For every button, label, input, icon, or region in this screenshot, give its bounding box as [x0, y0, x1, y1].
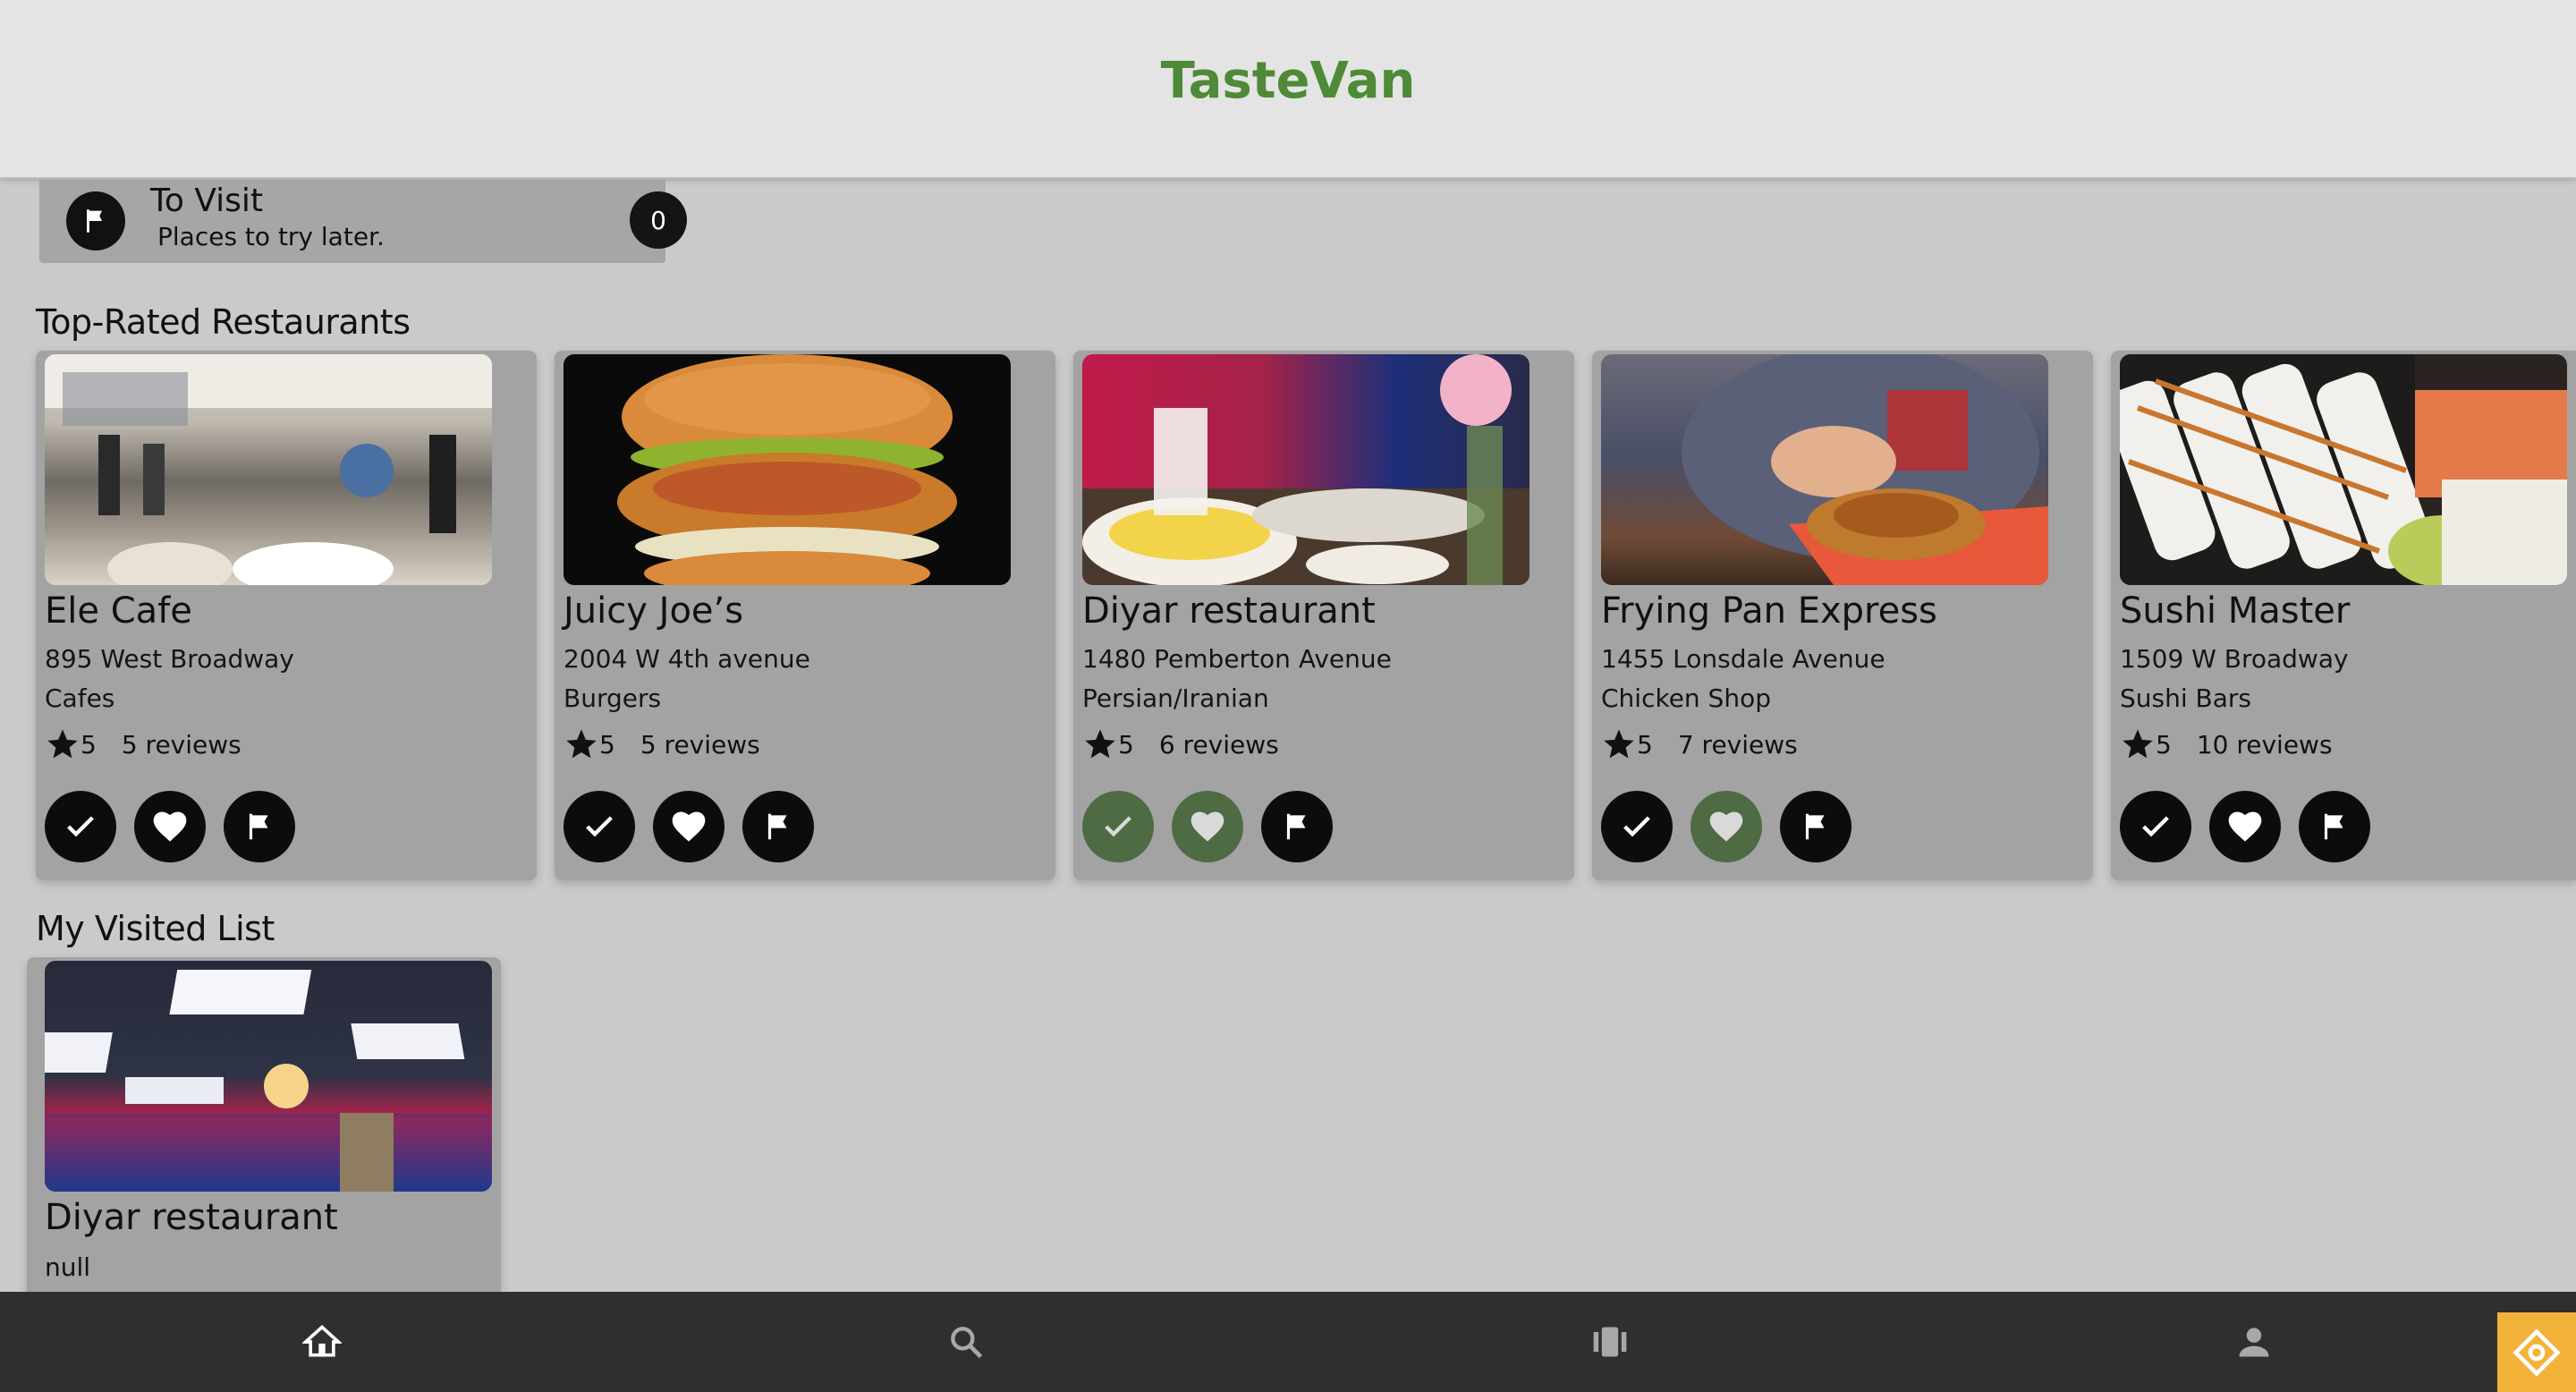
floating-badge[interactable] — [2497, 1312, 2576, 1392]
favorite-button[interactable] — [2209, 791, 2281, 862]
star-icon — [47, 729, 78, 759]
flag-icon — [1286, 813, 1306, 840]
mark-visited-button[interactable] — [1601, 791, 1673, 862]
restaurant-address: 1455 Lonsdale Avenue — [1601, 644, 1885, 674]
check-icon — [1105, 816, 1131, 837]
restaurant-name[interactable]: Sushi Master — [2120, 590, 2350, 632]
restaurant-photo — [1601, 354, 2048, 585]
restaurant-card[interactable]: Sushi Master 1509 W Broadway Sushi Bars … — [2111, 351, 2576, 880]
add-to-visit-button[interactable] — [742, 791, 814, 862]
add-to-visit-button[interactable] — [2299, 791, 2370, 862]
restaurant-category: Cafes — [45, 683, 115, 713]
restaurant-photo — [45, 961, 492, 1192]
rating-value: 5 — [80, 729, 97, 760]
flag-icon — [767, 813, 787, 840]
restaurant-address: 1480 Pemberton Avenue — [1082, 644, 1392, 674]
restaurant-photo — [45, 354, 492, 585]
restaurant-card[interactable]: Diyar restaurant 1480 Pemberton Avenue P… — [1073, 351, 1574, 880]
check-icon — [2142, 816, 2169, 837]
restaurant-name[interactable]: Frying Pan Express — [1601, 590, 1937, 632]
mark-visited-button[interactable] — [45, 791, 116, 862]
diamond-icon — [2512, 1328, 2561, 1377]
rating-row: 5 7 reviews — [1601, 726, 1798, 762]
favorite-button[interactable] — [1172, 791, 1243, 862]
rating-row: 5 5 reviews — [564, 726, 760, 762]
visited-heading: My Visited List — [36, 909, 275, 948]
restaurant-name[interactable]: Ele Cafe — [45, 590, 192, 632]
restaurant-photo — [564, 354, 1011, 585]
cards-icon[interactable] — [1585, 1317, 1635, 1367]
rating-row: 5 6 reviews — [1082, 726, 1279, 762]
bottom-nav — [0, 1292, 2576, 1392]
mark-visited-button[interactable] — [1082, 791, 1154, 862]
star-icon — [1604, 729, 1634, 759]
top-rated-heading: Top-Rated Restaurants — [36, 302, 411, 342]
visited-restaurant-card[interactable]: Diyar restaurant null — [27, 957, 501, 1297]
star-icon — [2123, 729, 2153, 759]
add-to-visit-button[interactable] — [224, 791, 295, 862]
to-visit-tile[interactable]: To Visit Places to try later. 0 — [39, 179, 687, 263]
restaurant-photo — [1082, 354, 1530, 585]
home-icon[interactable] — [297, 1317, 347, 1367]
rating-row: 5 5 reviews — [45, 726, 242, 762]
restaurant-category: Chicken Shop — [1601, 683, 1771, 713]
mark-visited-button[interactable] — [564, 791, 635, 862]
check-icon — [586, 816, 613, 837]
heart-icon — [672, 811, 706, 842]
favorite-button[interactable] — [134, 791, 206, 862]
heart-icon — [153, 811, 187, 842]
rating-row: 5 10 reviews — [2120, 726, 2333, 762]
to-visit-count-badge: 0 — [630, 191, 687, 249]
to-visit-subtitle: Places to try later. — [157, 222, 385, 251]
profile-icon[interactable] — [2229, 1317, 2279, 1367]
star-icon — [1085, 729, 1115, 759]
rating-value: 5 — [2156, 729, 2172, 760]
favorite-button[interactable] — [1690, 791, 1762, 862]
flag-icon — [1805, 813, 1825, 840]
review-count: 7 reviews — [1677, 729, 1798, 760]
mark-visited-button[interactable] — [2120, 791, 2191, 862]
search-icon[interactable] — [941, 1317, 991, 1367]
restaurant-address: 2004 W 4th avenue — [564, 644, 810, 674]
heart-icon — [1191, 811, 1224, 842]
restaurant-category: Sushi Bars — [2120, 683, 2251, 713]
restaurant-address: 895 West Broadway — [45, 644, 294, 674]
add-to-visit-button[interactable] — [1780, 791, 1852, 862]
restaurant-name[interactable]: Juicy Joe’s — [564, 590, 743, 632]
flag-icon — [66, 191, 125, 250]
star-icon — [566, 729, 597, 759]
visited-restaurant-subtitle: null — [45, 1252, 91, 1282]
restaurant-photo — [2120, 354, 2567, 585]
visited-restaurant-name[interactable]: Diyar restaurant — [45, 1197, 338, 1238]
heart-icon — [1709, 811, 1743, 842]
heart-icon — [2228, 811, 2262, 842]
add-to-visit-button[interactable] — [1261, 791, 1333, 862]
review-count: 6 reviews — [1158, 729, 1279, 760]
restaurant-card[interactable]: Juicy Joe’s 2004 W 4th avenue Burgers 5 … — [555, 351, 1055, 880]
restaurant-name[interactable]: Diyar restaurant — [1082, 590, 1376, 632]
restaurant-category: Persian/Iranian — [1082, 683, 1269, 713]
rating-value: 5 — [599, 729, 615, 760]
restaurant-category: Burgers — [564, 683, 662, 713]
restaurant-card[interactable]: Ele Cafe 895 West Broadway Cafes 5 5 rev… — [36, 351, 537, 880]
check-icon — [1623, 816, 1650, 837]
restaurant-card[interactable]: Frying Pan Express 1455 Lonsdale Avenue … — [1592, 351, 2093, 880]
rating-value: 5 — [1118, 729, 1134, 760]
app-bar: TasteVan — [0, 0, 2576, 179]
flag-icon — [2324, 813, 2343, 840]
review-count: 5 reviews — [640, 729, 760, 760]
rating-value: 5 — [1637, 729, 1653, 760]
restaurant-address: 1509 W Broadway — [2120, 644, 2349, 674]
to-visit-title: To Visit — [150, 182, 264, 219]
app-title: TasteVan — [1160, 51, 1416, 110]
favorite-button[interactable] — [653, 791, 724, 862]
flag-icon — [249, 813, 268, 840]
review-count: 5 reviews — [121, 729, 242, 760]
review-count: 10 reviews — [2196, 729, 2333, 760]
check-icon — [67, 816, 94, 837]
